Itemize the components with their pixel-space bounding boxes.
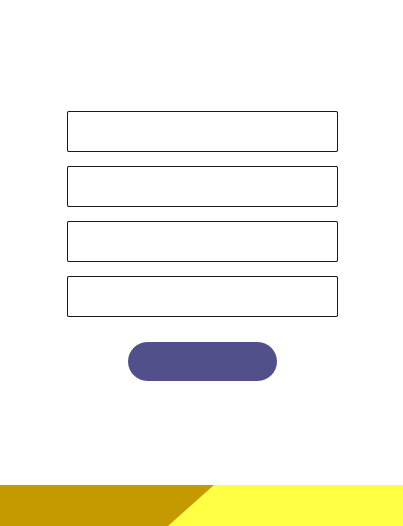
entry-form (67, 111, 338, 317)
footer-decoration (0, 485, 403, 526)
page (0, 0, 403, 526)
submit-button[interactable] (128, 342, 277, 381)
text-field-3[interactable] (67, 221, 338, 262)
text-field-4[interactable] (67, 276, 338, 317)
footer-band (0, 485, 403, 526)
text-field-1[interactable] (67, 111, 338, 152)
text-field-2[interactable] (67, 166, 338, 207)
